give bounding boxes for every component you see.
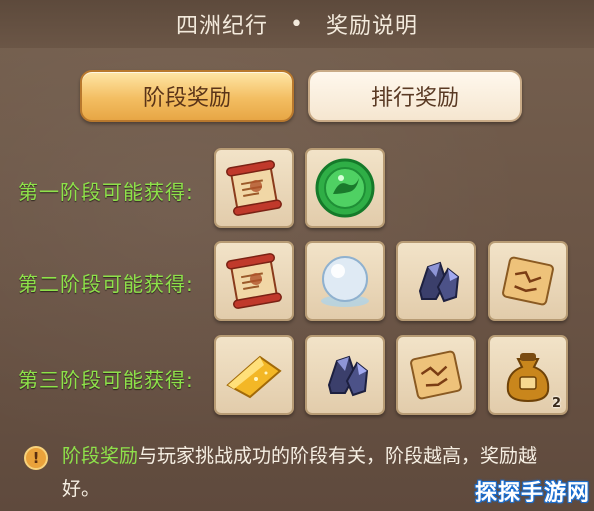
tab-stage-rewards[interactable]: 阶段奖励 — [80, 70, 294, 122]
item-count-badge: 2 — [551, 396, 561, 411]
row-label-stage-2: 第二阶段可能获得: — [18, 272, 194, 296]
reward-slot[interactable] — [214, 148, 294, 228]
gold-crystal-icon — [226, 355, 282, 399]
reward-slot[interactable] — [396, 241, 476, 321]
reward-slot[interactable]: 2 — [488, 335, 568, 415]
tab-ranking-rewards[interactable]: 排行奖励 — [308, 70, 522, 122]
dark-crystal-icon — [418, 261, 460, 303]
tab-bar: 阶段奖励 排行奖励 — [76, 70, 522, 122]
note-highlight: 阶段奖励 — [62, 445, 139, 467]
reward-slot[interactable] — [305, 148, 385, 228]
reward-slot[interactable] — [214, 241, 294, 321]
title-left: 四洲纪行 — [175, 14, 268, 39]
reward-slot[interactable] — [214, 335, 294, 415]
reward-slot[interactable] — [488, 241, 568, 321]
map-scroll-icon — [410, 350, 462, 400]
title-separator: • — [290, 11, 304, 37]
row-label-stage-3: 第三阶段可能获得: — [18, 368, 194, 392]
map-scroll-icon — [502, 256, 554, 306]
scroll-icon — [226, 253, 282, 309]
exclamation-icon: ! — [24, 446, 48, 470]
row-label-stage-1: 第一阶段可能获得: — [18, 180, 194, 204]
reward-panel: 四洲纪行 • 奖励说明 阶段奖励 排行奖励 第一阶段可能获得: 第二阶段可能获得… — [0, 0, 594, 511]
dark-crystal-icon — [327, 355, 369, 397]
title-right: 奖励说明 — [325, 14, 418, 39]
watermark: 探探手游网 — [474, 481, 590, 506]
reward-slot[interactable] — [305, 335, 385, 415]
title-bar: 四洲纪行 • 奖励说明 — [0, 0, 594, 48]
reward-slot[interactable] — [305, 241, 385, 321]
pearl-icon — [321, 256, 369, 307]
reward-slot[interactable] — [396, 335, 476, 415]
scroll-icon — [226, 160, 282, 216]
jade-dragon-icon — [315, 158, 375, 218]
